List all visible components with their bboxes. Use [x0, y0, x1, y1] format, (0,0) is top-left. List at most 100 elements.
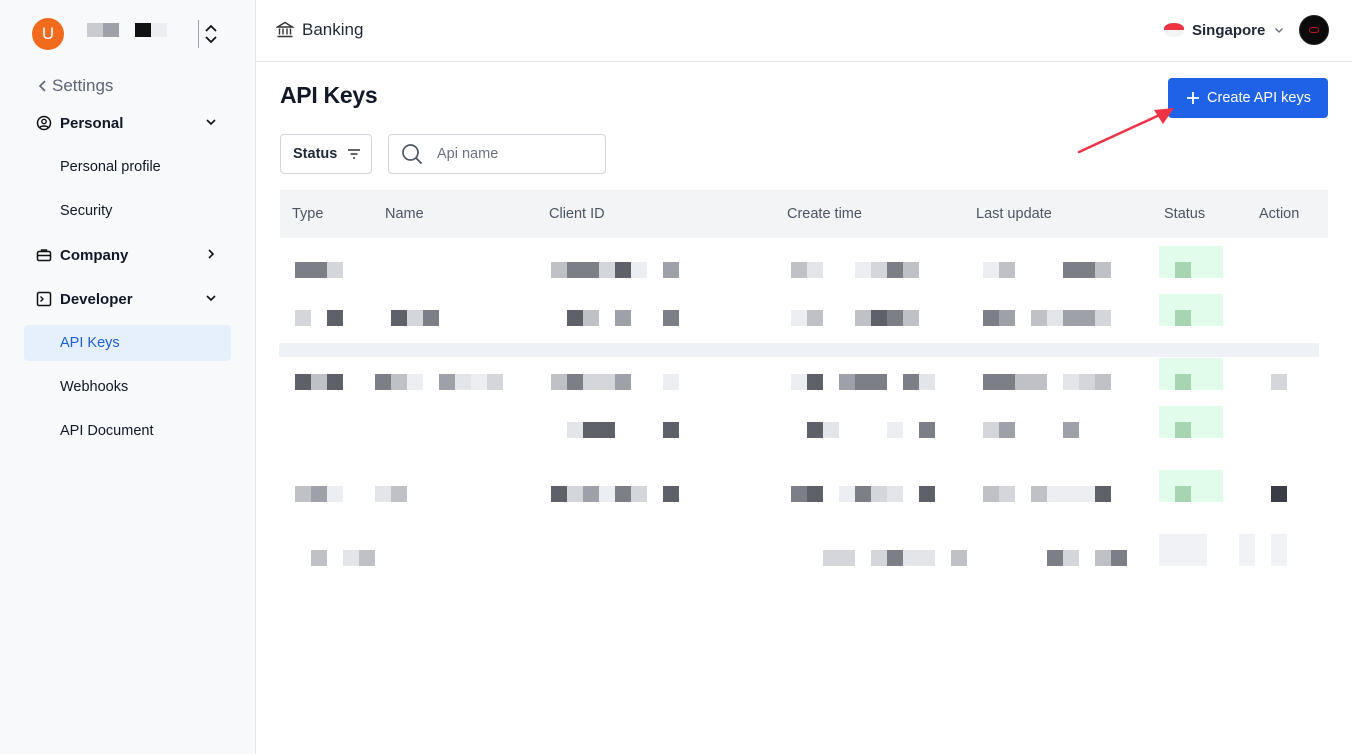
redacted-cell-pixel: [839, 486, 855, 502]
redacted-cell-pixel: [391, 310, 407, 326]
back-to-settings-link[interactable]: Settings: [38, 76, 113, 96]
sidebar: U Settings Personal Personal profile Sec…: [0, 0, 256, 754]
redacted-cell-pixel: [343, 550, 359, 566]
sidebar-item-personal-profile[interactable]: Personal profile: [24, 149, 231, 185]
redacted-cell-pixel: [455, 374, 471, 390]
nav-group-personal[interactable]: Personal: [36, 111, 220, 135]
redacted-cell-pixel: [599, 374, 615, 390]
redacted-cell-pixel: [999, 310, 1015, 326]
redacted-cell-pixel: [663, 310, 679, 326]
redacted-cell-pixel: [1047, 310, 1063, 326]
user-circle-icon: [36, 115, 52, 131]
sidebar-item-webhooks[interactable]: Webhooks: [24, 369, 231, 405]
redacted-cell-pixel: [295, 486, 311, 502]
redacted-cell-pixel: [1095, 310, 1111, 326]
redacted-cell-pixel: [807, 486, 823, 502]
redacted-cell-pixel: [1095, 374, 1111, 390]
redacted-cell-pixel: [327, 310, 343, 326]
redacted-cell-pixel: [631, 262, 647, 278]
redacted-cell-pixel: [1095, 262, 1111, 278]
user-avatar[interactable]: [1299, 15, 1329, 45]
redacted-cell-pixel: [919, 486, 935, 502]
row-action-button[interactable]: [1271, 486, 1287, 502]
redacted-cell-pixel: [663, 486, 679, 502]
sidebar-item-api-document[interactable]: API Document: [24, 413, 231, 449]
status-badge-dot: [1175, 262, 1191, 278]
redacted-cell-pixel: [983, 374, 999, 390]
redacted-cell-pixel: [567, 262, 583, 278]
nav-group-developer[interactable]: Developer: [36, 287, 220, 311]
table-header: Type Name Client ID Create time Last upd…: [280, 190, 1328, 238]
redacted-cell-pixel: [439, 374, 455, 390]
nav-group-label: Company: [60, 246, 129, 264]
redacted-cell-pixel: [919, 422, 935, 438]
sidebar-item-security[interactable]: Security: [24, 193, 231, 229]
org-switcher-button[interactable]: [198, 20, 222, 48]
redacted-cell-pixel: [871, 550, 887, 566]
sidebar-item-label: Security: [60, 203, 113, 219]
page-title: API Keys: [280, 82, 378, 108]
sidebar-item-api-keys[interactable]: API Keys: [24, 325, 231, 361]
redacted-cell-pixel: [983, 262, 999, 278]
redacted-cell-pixel: [295, 262, 311, 278]
redacted-cell-pixel: [871, 374, 887, 390]
region-selector[interactable]: Singapore: [1164, 18, 1285, 42]
redacted-cell-pixel: [583, 422, 599, 438]
redacted-cell-pixel: [1031, 486, 1047, 502]
nav-group-label: Developer: [60, 290, 133, 308]
redacted-cell-pixel: [567, 310, 583, 326]
redacted-cell-pixel: [327, 486, 343, 502]
search-input[interactable]: [435, 145, 585, 163]
redacted-cell-pixel: [887, 550, 903, 566]
redacted-cell-pixel: [599, 486, 615, 502]
redacted-cell-pixel: [375, 486, 391, 502]
terminal-icon: [36, 291, 52, 307]
redacted-cell-pixel: [791, 486, 807, 502]
redacted-cell-pixel: [807, 310, 823, 326]
redacted-cell-pixel: [887, 262, 903, 278]
nav-group-company[interactable]: Company: [36, 243, 220, 267]
row-hover-highlight: [279, 343, 1319, 357]
redacted-cell-pixel: [1175, 534, 1191, 566]
redacted-cell-pixel: [871, 262, 887, 278]
column-header-status: Status: [1164, 206, 1206, 222]
redacted-cell-pixel: [391, 486, 407, 502]
status-badge-dot: [1175, 310, 1191, 326]
redacted-cell-pixel: [407, 374, 423, 390]
redacted-cell-pixel: [919, 374, 935, 390]
filter-icon: [348, 149, 361, 159]
redacted-cell-pixel: [1047, 550, 1063, 566]
redacted-cell-pixel: [839, 550, 855, 566]
redacted-cell-pixel: [311, 374, 327, 390]
column-header-type: Type: [292, 206, 324, 222]
status-filter-button[interactable]: Status: [280, 134, 372, 174]
row-action-button[interactable]: [1271, 374, 1287, 390]
redacted-cell-pixel: [1239, 534, 1255, 566]
org-avatar[interactable]: U: [32, 18, 64, 50]
redacted-cell-pixel: [855, 486, 871, 502]
redacted-cell-pixel: [887, 486, 903, 502]
redacted-cell-pixel: [791, 374, 807, 390]
redacted-cell-pixel: [599, 422, 615, 438]
search-icon: [402, 144, 423, 165]
redacted-cell-pixel: [551, 374, 567, 390]
redacted-cell-pixel: [1271, 534, 1287, 566]
redacted-cell-pixel: [999, 422, 1015, 438]
bank-icon: [276, 21, 294, 38]
redacted-cell-pixel: [903, 262, 919, 278]
create-api-keys-label: Create API keys: [1207, 90, 1311, 106]
column-header-action: Action: [1259, 206, 1300, 222]
redacted-cell-pixel: [1079, 374, 1095, 390]
redacted-cell-pixel: [1111, 550, 1127, 566]
annotation-arrow-icon: [1077, 108, 1174, 154]
redacted-cell-pixel: [551, 262, 567, 278]
redacted-cell-pixel: [567, 422, 583, 438]
redacted-cell-pixel: [615, 486, 631, 502]
status-badge-dot: [1175, 374, 1191, 390]
plus-icon: [1187, 92, 1200, 104]
redacted-cell-pixel: [663, 374, 679, 390]
create-api-keys-button[interactable]: Create API keys: [1168, 78, 1328, 118]
redacted-cell-pixel: [599, 262, 615, 278]
api-name-search[interactable]: [388, 134, 606, 174]
redacted-cell-pixel: [1063, 422, 1079, 438]
